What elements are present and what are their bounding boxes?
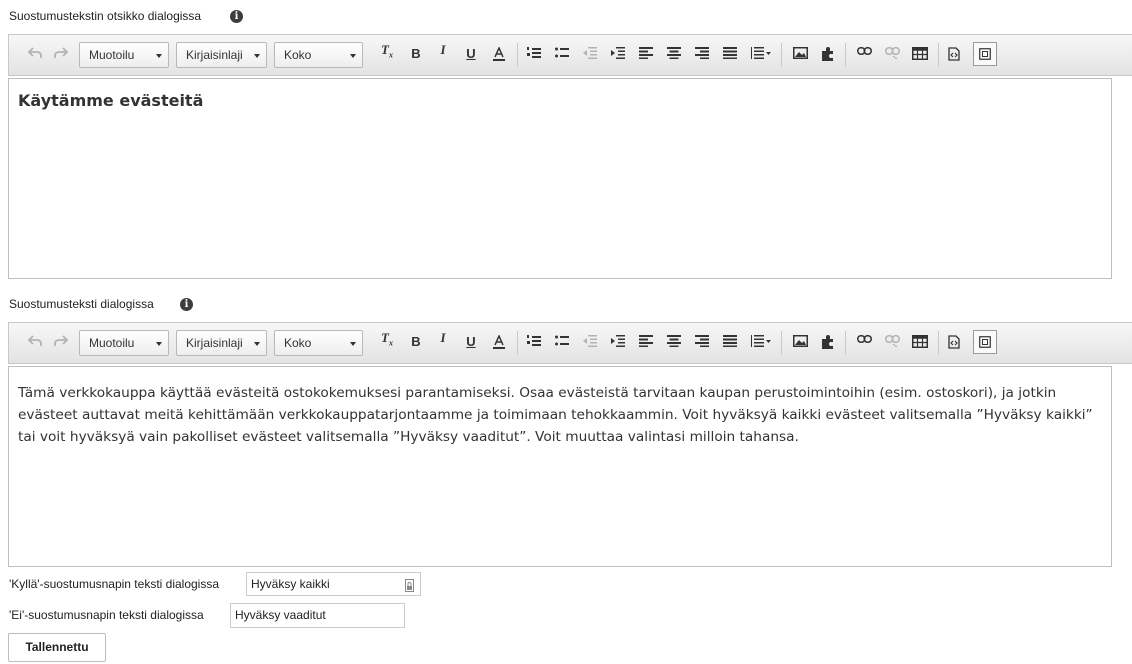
info-icon[interactable]: i [230, 10, 243, 23]
align-center-icon[interactable] [662, 330, 686, 354]
outdent-icon[interactable] [578, 42, 602, 66]
remove-format-icon[interactable]: Tx [375, 330, 399, 354]
show-blocks-icon[interactable] [973, 42, 997, 66]
body-paragraph: Tämä verkkokauppa käyttää evästeitä osto… [18, 385, 1093, 445]
image-icon[interactable] [788, 42, 812, 66]
toolbar-separator [517, 331, 518, 355]
redo-icon[interactable] [49, 42, 73, 66]
text-color-icon[interactable] [487, 330, 511, 354]
info-icon[interactable]: i [180, 298, 193, 311]
title-editor-toolbar: Muotoilu Kirjaisinlaji Koko Tx B I U [8, 34, 1132, 76]
toolbar-separator [781, 43, 782, 67]
undo-icon[interactable] [23, 330, 47, 354]
indent-icon[interactable] [606, 330, 630, 354]
body-field-label: Suostumusteksti dialogissa [9, 297, 154, 311]
link-icon[interactable] [852, 330, 876, 354]
plugin-icon[interactable] [816, 330, 840, 354]
unlink-icon[interactable] [880, 330, 904, 354]
italic-icon[interactable]: I [431, 330, 455, 354]
justify-icon[interactable] [718, 330, 742, 354]
body-editor-toolbar: Muotoilu Kirjaisinlaji Koko Tx B I U [8, 322, 1132, 364]
no-button-text-input[interactable]: Hyväksy vaaditut [230, 603, 405, 628]
bulleted-list-icon[interactable] [550, 330, 574, 354]
yes-button-text-input[interactable]: Hyväksy kaikki [246, 572, 421, 596]
italic-icon[interactable]: I [431, 42, 455, 66]
font-dropdown-label: Kirjaisinlaji [186, 336, 243, 350]
underline-icon[interactable]: U [459, 330, 483, 354]
table-icon[interactable] [908, 330, 932, 354]
title-heading: Käytämme evästeitä [18, 91, 204, 110]
chevron-down-icon [156, 342, 162, 346]
body-editor-content[interactable]: Tämä verkkokauppa käyttää evästeitä osto… [8, 366, 1112, 567]
text-color-icon[interactable] [487, 42, 511, 66]
table-icon[interactable] [908, 42, 932, 66]
font-dropdown-label: Kirjaisinlaji [186, 48, 243, 62]
bold-icon[interactable]: B [404, 42, 428, 66]
toolbar-separator [938, 331, 939, 355]
no-button-text-value: Hyväksy vaaditut [235, 608, 326, 622]
chevron-down-icon [156, 54, 162, 58]
align-right-icon[interactable] [690, 42, 714, 66]
source-icon[interactable] [942, 330, 966, 354]
format-dropdown[interactable]: Muotoilu [79, 42, 169, 68]
justify-icon[interactable] [718, 42, 742, 66]
toolbar-separator [517, 43, 518, 67]
toolbar-separator [845, 331, 846, 355]
numbered-list-icon[interactable] [522, 330, 546, 354]
toolbar-separator [938, 43, 939, 67]
outdent-icon[interactable] [578, 330, 602, 354]
chevron-down-icon [350, 54, 356, 58]
undo-icon[interactable] [23, 42, 47, 66]
align-center-icon[interactable] [662, 42, 686, 66]
chevron-down-icon [350, 342, 356, 346]
line-height-icon[interactable] [746, 330, 776, 354]
toolbar-separator [845, 43, 846, 67]
format-dropdown[interactable]: Muotoilu [79, 330, 169, 356]
chevron-down-icon [254, 54, 260, 58]
unlink-icon[interactable] [880, 42, 904, 66]
indent-icon[interactable] [606, 42, 630, 66]
plugin-icon[interactable] [816, 42, 840, 66]
format-dropdown-label: Muotoilu [89, 336, 135, 350]
align-left-icon[interactable] [634, 42, 658, 66]
source-icon[interactable] [942, 42, 966, 66]
save-button[interactable]: Tallennettu [8, 633, 106, 662]
image-icon[interactable] [788, 330, 812, 354]
bulleted-list-icon[interactable] [550, 42, 574, 66]
font-dropdown[interactable]: Kirjaisinlaji [176, 330, 267, 356]
align-left-icon[interactable] [634, 330, 658, 354]
yes-button-text-value: Hyväksy kaikki [251, 577, 330, 591]
autofill-icon[interactable] [405, 577, 414, 599]
chevron-down-icon [254, 342, 260, 346]
size-dropdown[interactable]: Koko [274, 42, 363, 68]
no-button-text-label: 'Ei'-suostumusnapin teksti dialogissa [9, 608, 204, 622]
yes-button-text-label: 'Kyllä'-suostumusnapin teksti dialogissa [9, 577, 220, 591]
align-right-icon[interactable] [690, 330, 714, 354]
font-dropdown[interactable]: Kirjaisinlaji [176, 42, 267, 68]
underline-icon[interactable]: U [459, 42, 483, 66]
remove-format-icon[interactable]: Tx [375, 42, 399, 66]
toolbar-separator [781, 331, 782, 355]
show-blocks-icon[interactable] [973, 330, 997, 354]
size-dropdown-label: Koko [284, 336, 312, 350]
numbered-list-icon[interactable] [522, 42, 546, 66]
size-dropdown[interactable]: Koko [274, 330, 363, 356]
bold-icon[interactable]: B [404, 330, 428, 354]
link-icon[interactable] [852, 42, 876, 66]
title-editor-content[interactable]: Käytämme evästeitä [8, 78, 1112, 279]
format-dropdown-label: Muotoilu [89, 48, 135, 62]
size-dropdown-label: Koko [284, 48, 312, 62]
line-height-icon[interactable] [746, 42, 776, 66]
title-field-label: Suostumustekstin otsikko dialogissa [9, 9, 202, 23]
redo-icon[interactable] [49, 330, 73, 354]
